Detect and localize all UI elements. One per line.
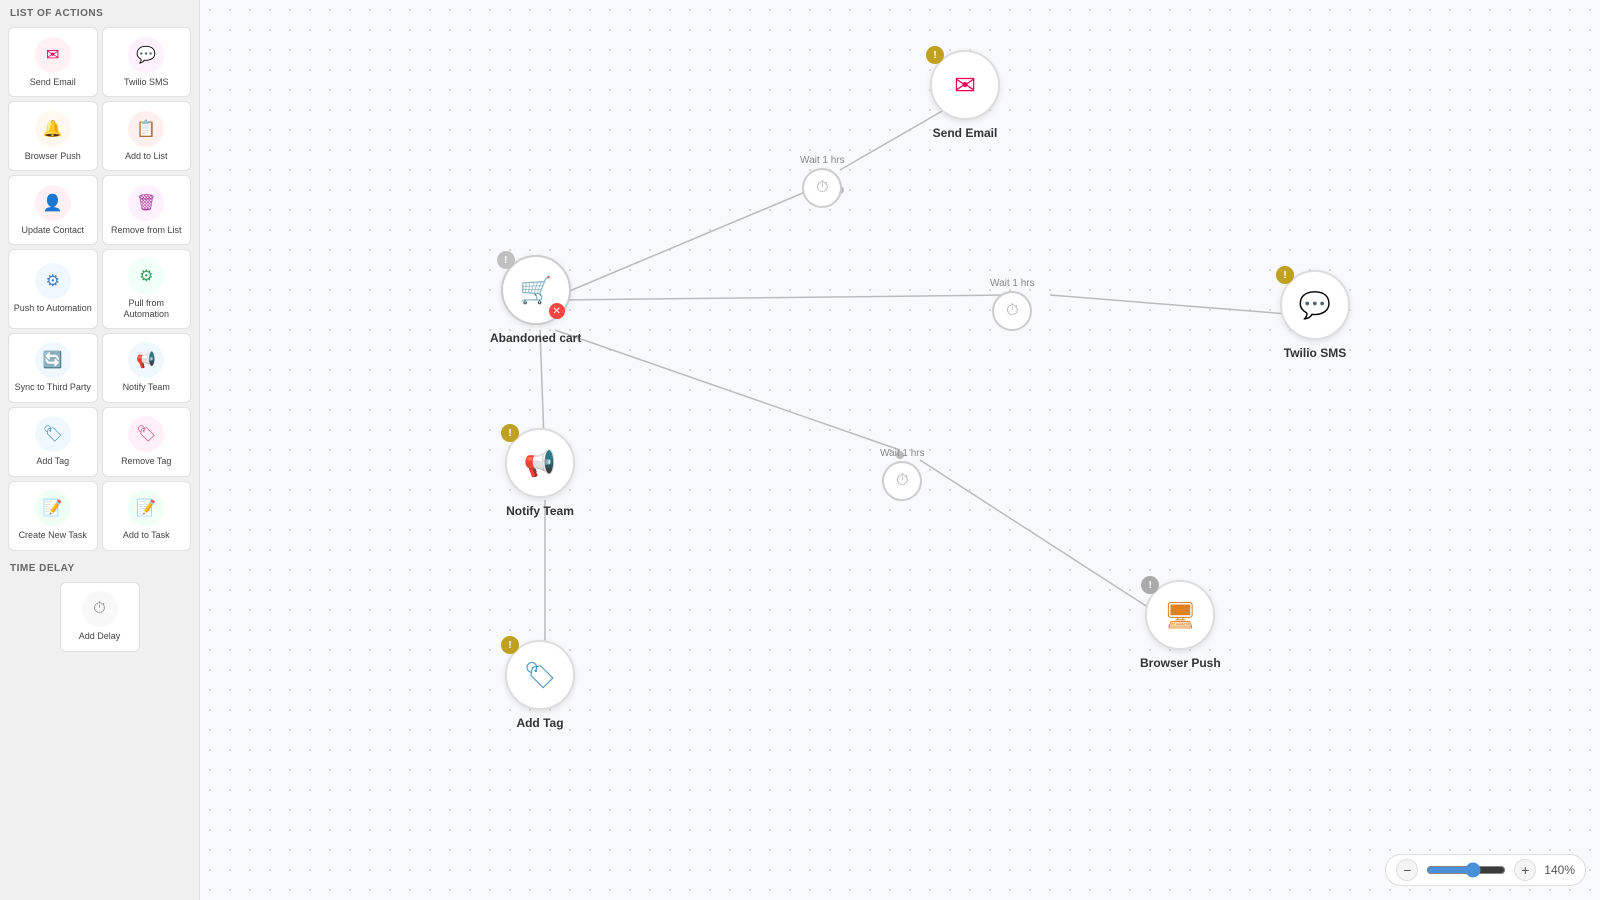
abandoned-cart-circle: ! 🛒 ✕ [501, 255, 571, 325]
abandoned-cart-label: Abandoned cart [490, 331, 581, 345]
sidebar-item-send-email[interactable]: ✉ Send Email [8, 27, 98, 97]
wait-node-3[interactable]: Wait 1 hrs ⏱ [880, 448, 925, 501]
wait-circle-3: ⏱ [882, 461, 922, 501]
sidebar-item-add-to-list[interactable]: 📋 Add to List [102, 101, 192, 171]
wait-label-2: Wait 1 hrs [990, 278, 1035, 289]
zoom-in-button[interactable]: + [1514, 859, 1536, 881]
delay-section: ⏱ Add Delay [0, 578, 199, 660]
twilio-node-icon: 💬 [1299, 290, 1331, 321]
add-task-icon: 📝 [128, 490, 164, 526]
sidebar-item-browser-push[interactable]: 🔔 Browser Push [8, 101, 98, 171]
sidebar-label-sync: Sync to Third Party [15, 382, 91, 393]
sidebar-item-push-automation[interactable]: ⚙ Push to Automation [8, 249, 98, 329]
browser-push-warning: ! [1141, 576, 1159, 594]
sidebar-label-pull-auto: Pull from Automation [107, 298, 187, 320]
wait-label-1: Wait 1 hrs [800, 155, 845, 166]
actions-section-title: LIST OF ACTIONS [0, 0, 199, 23]
twilio-warning: ! [1276, 266, 1294, 284]
zoom-slider[interactable] [1426, 862, 1506, 878]
pull-auto-icon: ⚙ [128, 258, 164, 294]
zoom-out-button[interactable]: − [1396, 859, 1418, 881]
sidebar-item-add-delay[interactable]: ⏱ Add Delay [60, 582, 140, 652]
browser-push-node-label: Browser Push [1140, 656, 1221, 670]
sidebar-label-delay: Add Delay [79, 631, 121, 642]
sidebar-label-send-email: Send Email [30, 77, 76, 88]
sidebar-item-add-tag[interactable]: 🏷 Add Tag [8, 407, 98, 477]
workflow-canvas[interactable]: ! 🛒 ✕ Abandoned cart ! ✉ Send Email Wait… [200, 0, 1600, 900]
notify-node-icon: 📢 [524, 448, 556, 479]
wait-circle-2: ⏱ [992, 291, 1032, 331]
sidebar-item-remove-tag[interactable]: 🏷 Remove Tag [102, 407, 192, 477]
sidebar-label-add-task: Add to Task [123, 530, 170, 541]
abandoned-cart-icon: 🛒 [519, 275, 551, 306]
notify-node-label: Notify Team [506, 504, 574, 518]
abandoned-cart-warning: ! [497, 251, 515, 269]
actions-grid: ✉ Send Email 💬 Twilio SMS 🔔 Browser Push… [0, 23, 199, 555]
remove-tag-icon: 🏷 [128, 416, 164, 452]
sidebar-item-sync-third-party[interactable]: 🔄 Sync to Third Party [8, 333, 98, 403]
node-abandoned-cart[interactable]: ! 🛒 ✕ Abandoned cart [490, 255, 581, 345]
delay-icon: ⏱ [82, 591, 118, 627]
sidebar-item-create-new-task[interactable]: 📝 Create New Task [8, 481, 98, 551]
add-tag-warning: ! [501, 636, 519, 654]
browser-push-node-icon: 🖥 [1164, 600, 1197, 631]
update-contact-icon: 👤 [35, 185, 71, 221]
sidebar-item-add-to-task[interactable]: 📝 Add to Task [102, 481, 192, 551]
add-tag-icon: 🏷 [35, 416, 71, 452]
sync-icon: 🔄 [35, 342, 71, 378]
cart-badge: ✕ [549, 303, 565, 319]
remove-list-icon: 🗑 [128, 185, 164, 221]
twilio-circle: ! 💬 [1280, 270, 1350, 340]
twilio-icon: 💬 [128, 37, 164, 73]
sidebar-label-twilio: Twilio SMS [124, 77, 169, 88]
zoom-bar: − + 140% [1385, 854, 1586, 886]
send-email-icon: ✉ [35, 37, 71, 73]
wait-circle-1: ⏱ [802, 168, 842, 208]
sidebar-label-update-contact: Update Contact [21, 225, 84, 236]
notify-icon: 📢 [128, 342, 164, 378]
send-email-circle: ! ✉ [930, 50, 1000, 120]
sidebar-item-update-contact[interactable]: 👤 Update Contact [8, 175, 98, 245]
node-add-tag[interactable]: ! 🏷 Add Tag [505, 640, 575, 730]
delay-section-title: TIME DELAY [0, 555, 199, 578]
send-email-warning: ! [926, 46, 944, 64]
sidebar-label-create-task: Create New Task [19, 530, 87, 541]
create-task-icon: 📝 [35, 490, 71, 526]
sidebar-label-push-auto: Push to Automation [14, 303, 92, 314]
wait-node-2[interactable]: Wait 1 hrs ⏱ [990, 278, 1035, 331]
sidebar-label-remove-list: Remove from List [111, 225, 182, 236]
sidebar-item-notify-team[interactable]: 📢 Notify Team [102, 333, 192, 403]
push-auto-icon: ⚙ [35, 263, 71, 299]
node-browser-push[interactable]: ! 🖥 Browser Push [1140, 580, 1221, 670]
sidebar-item-remove-from-list[interactable]: 🗑 Remove from List [102, 175, 192, 245]
notify-warning: ! [501, 424, 519, 442]
add-list-icon: 📋 [128, 111, 164, 147]
sidebar-label-add-tag: Add Tag [36, 456, 69, 467]
send-email-node-icon: ✉ [954, 70, 976, 101]
node-send-email[interactable]: ! ✉ Send Email [930, 50, 1000, 140]
sidebar-item-pull-automation[interactable]: ⚙ Pull from Automation [102, 249, 192, 329]
sidebar-label-notify: Notify Team [123, 382, 170, 393]
wait-label-3: Wait 1 hrs [880, 448, 925, 459]
sidebar-label-browser-push: Browser Push [25, 151, 81, 162]
add-tag-node-label: Add Tag [516, 716, 563, 730]
node-twilio-sms[interactable]: ! 💬 Twilio SMS [1280, 270, 1350, 360]
sidebar: LIST OF ACTIONS ✉ Send Email 💬 Twilio SM… [0, 0, 200, 900]
send-email-node-label: Send Email [933, 126, 998, 140]
wait-node-1[interactable]: Wait 1 hrs ⏱ [800, 155, 845, 208]
sidebar-label-add-list: Add to List [125, 151, 168, 162]
node-notify-team[interactable]: ! 📢 Notify Team [505, 428, 575, 518]
browser-push-icon: 🔔 [35, 111, 71, 147]
notify-circle: ! 📢 [505, 428, 575, 498]
sidebar-item-twilio-sms[interactable]: 💬 Twilio SMS [102, 27, 192, 97]
add-tag-node-icon: 🏷 [523, 660, 556, 691]
twilio-node-label: Twilio SMS [1284, 346, 1346, 360]
zoom-level: 140% [1544, 863, 1575, 877]
sidebar-label-remove-tag: Remove Tag [121, 456, 171, 467]
browser-push-circle: ! 🖥 [1145, 580, 1215, 650]
add-tag-circle: ! 🏷 [505, 640, 575, 710]
